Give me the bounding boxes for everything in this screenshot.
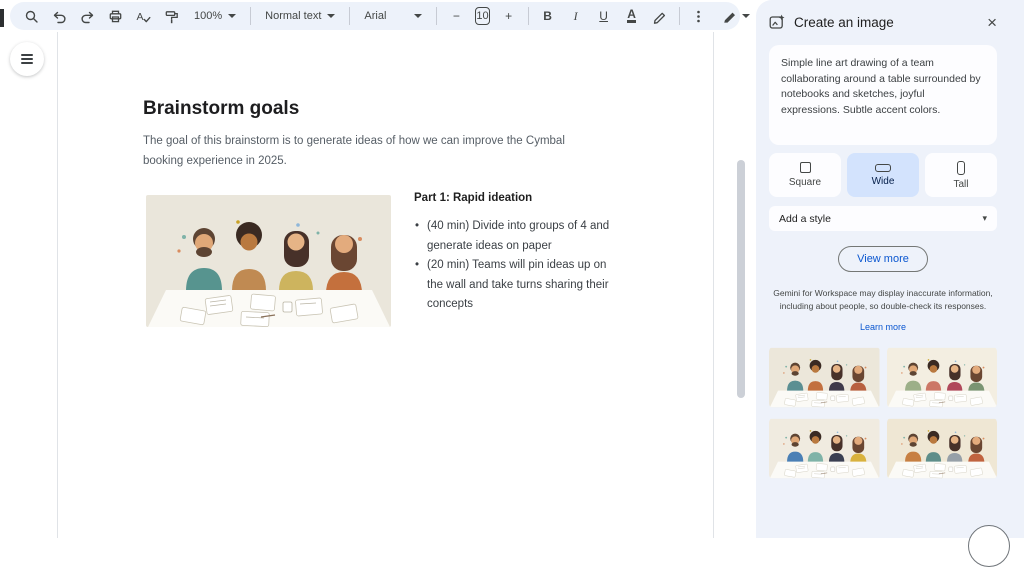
- redo-icon[interactable]: [74, 4, 100, 28]
- paragraph-style-select[interactable]: Normal text: [257, 4, 343, 28]
- doc-bullet-item: (20 min) Teams will pin ideas up on the …: [414, 256, 610, 315]
- document-outline-button[interactable]: [10, 42, 44, 76]
- doc-inline-image[interactable]: [146, 195, 391, 327]
- underline-button[interactable]: U: [591, 4, 617, 28]
- panel-title: Create an image: [794, 14, 894, 30]
- undo-icon[interactable]: [46, 4, 72, 28]
- highlighter-icon: [653, 12, 666, 24]
- aspect-tall-button[interactable]: Tall: [925, 153, 997, 197]
- plus-icon: +: [505, 9, 513, 23]
- search-icon[interactable]: [18, 4, 44, 28]
- font-size-decrease-button[interactable]: −: [443, 4, 469, 28]
- gemini-disclaimer: Gemini for Workspace may display inaccur…: [773, 288, 993, 311]
- generated-image-1[interactable]: [769, 346, 880, 409]
- create-image-panel: Create an image × Simple line art drawin…: [756, 0, 1024, 538]
- add-style-select[interactable]: Add a style ▾: [769, 206, 997, 231]
- tall-shape-icon: [957, 160, 965, 175]
- more-options-button[interactable]: [686, 4, 712, 28]
- font-select[interactable]: Arial: [356, 4, 430, 28]
- toolbar-divider: [678, 7, 680, 25]
- chevron-down-icon: ▾: [982, 213, 987, 223]
- paint-format-icon[interactable]: [158, 4, 184, 28]
- italic-icon: I: [573, 8, 578, 23]
- chevron-down-icon: [228, 14, 237, 18]
- aspect-square-button[interactable]: Square: [769, 153, 841, 197]
- generated-image-4[interactable]: [887, 417, 998, 480]
- toolbar-divider: [349, 7, 351, 25]
- chevron-down-icon: [327, 14, 336, 18]
- toolbar-divider: [436, 7, 438, 25]
- add-style-placeholder: Add a style: [779, 212, 831, 225]
- generated-image-3[interactable]: [769, 417, 880, 480]
- font-size-increase-button[interactable]: +: [496, 4, 522, 28]
- panel-header: Create an image ×: [769, 12, 997, 32]
- text-color-icon: A: [627, 7, 636, 23]
- doc-heading: Brainstorm goals: [143, 98, 300, 119]
- more-vert-icon: [697, 10, 700, 22]
- document-page[interactable]: Brainstorm goals The goal of this brains…: [57, 32, 714, 538]
- toolbar-divider: [250, 7, 252, 25]
- font-size-value: 10: [476, 10, 489, 22]
- chevron-down-icon: [741, 14, 750, 18]
- bold-button[interactable]: B: [535, 4, 561, 28]
- generated-image-2[interactable]: [887, 346, 998, 409]
- doc-bullet-item: (40 min) Divide into groups of 4 and gen…: [414, 217, 610, 256]
- generated-images-grid: [769, 346, 997, 480]
- aspect-ratio-group: Square Wide Tall: [769, 153, 997, 197]
- doc-bullet-list: (40 min) Divide into groups of 4 and gen…: [414, 217, 619, 315]
- doc-intro-paragraph: The goal of this brainstorm is to genera…: [143, 135, 565, 167]
- left-edge-clipped-icon: [0, 9, 4, 27]
- panel-scroll-button[interactable]: [968, 525, 1010, 567]
- paragraph-style-value: Normal text: [265, 10, 322, 22]
- toolbar-divider: [527, 7, 529, 25]
- highlight-color-button[interactable]: [647, 4, 673, 28]
- image-prompt-input[interactable]: Simple line art drawing of a team collab…: [769, 45, 997, 145]
- aspect-wide-button[interactable]: Wide: [847, 153, 919, 197]
- font-value: Arial: [364, 10, 387, 22]
- spellcheck-icon[interactable]: A: [130, 4, 156, 28]
- doc-part1-heading: Part 1: Rapid ideation: [414, 192, 533, 204]
- italic-button[interactable]: I: [563, 4, 589, 28]
- docs-toolbar: A 100% Normal text Arial − 10 + B I U A: [10, 2, 788, 30]
- chevron-down-icon: [414, 14, 423, 18]
- learn-more-link[interactable]: Learn more: [769, 322, 997, 332]
- editing-mode-select[interactable]: [714, 4, 758, 28]
- close-icon[interactable]: ×: [987, 14, 997, 31]
- square-shape-icon: [799, 162, 811, 173]
- wide-shape-icon: [875, 163, 891, 172]
- text-color-button[interactable]: A: [619, 4, 645, 28]
- font-size-input[interactable]: 10: [475, 7, 490, 25]
- pen-icon: [723, 12, 735, 23]
- doc-part1-section: Part 1: Rapid ideation (40 min) Divide i…: [414, 192, 619, 315]
- zoom-value: 100%: [194, 10, 223, 22]
- image-sparkle-icon: [769, 14, 785, 29]
- document-scrollbar[interactable]: [737, 160, 745, 398]
- minus-icon: −: [452, 9, 460, 23]
- print-icon[interactable]: [102, 4, 128, 28]
- svg-text:A: A: [136, 11, 143, 23]
- zoom-select[interactable]: 100%: [186, 4, 244, 28]
- view-more-button[interactable]: View more: [838, 246, 928, 272]
- underline-icon: U: [599, 9, 608, 23]
- bold-icon: B: [543, 9, 552, 23]
- outline-list-icon: [21, 54, 33, 64]
